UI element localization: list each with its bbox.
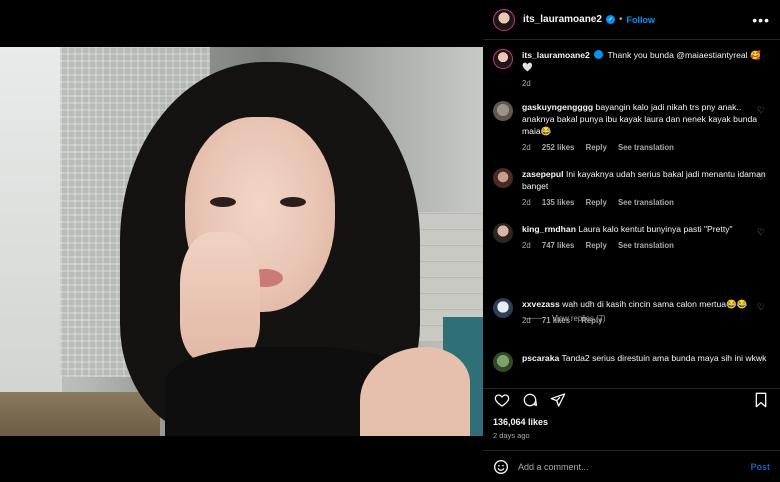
comment-item: king_rmdhan Laura kalo kentut bunyinya p…	[493, 223, 770, 252]
comments-list[interactable]: its_lauramoane2 Thank you bunda @maiaest…	[483, 41, 780, 382]
comment-time: 2d	[522, 316, 531, 325]
caption-avatar[interactable]	[493, 49, 513, 69]
comment-time: 2d	[522, 241, 531, 250]
like-comment-heart-icon[interactable]: ♡	[757, 356, 765, 367]
like-comment-heart-icon[interactable]: ♡	[757, 172, 765, 183]
add-comment-input[interactable]: Add a comment...	[518, 462, 589, 472]
commenter-username[interactable]: gaskuyngengggg	[522, 102, 593, 112]
subject-hand	[180, 232, 260, 362]
comment-likes[interactable]: 252 likes	[542, 143, 575, 152]
post-actions-bar	[483, 388, 780, 410]
comment-item: gaskuyngengggg bayangin kalo jadi nikah …	[493, 101, 770, 154]
add-comment-bar: Add a comment... Post	[483, 450, 780, 482]
reply-button[interactable]: Reply	[581, 316, 602, 325]
commenter-avatar[interactable]	[493, 298, 513, 318]
comment-text: wah udh di kasih cincin sama calon mertu…	[562, 299, 748, 309]
separator-dot: •	[618, 14, 623, 25]
see-translation-button[interactable]: See translation	[618, 241, 674, 250]
follow-button[interactable]: Follow	[626, 15, 655, 25]
subject-eye-left	[210, 197, 236, 207]
commenter-avatar[interactable]	[493, 223, 513, 243]
window-background	[0, 47, 62, 436]
commenter-username[interactable]: zasepepul	[522, 169, 564, 179]
verified-badge-icon: ✓	[605, 15, 615, 24]
caption: its_lauramoane2 Thank you bunda @maiaest…	[493, 49, 770, 90]
reply-button[interactable]: Reply	[586, 241, 607, 250]
comment-text: Laura kalo kentut bunyinya pasti "Pretty…	[578, 224, 733, 234]
more-options-icon[interactable]: •••	[752, 12, 770, 28]
verified-icon	[594, 50, 604, 59]
see-translation-button[interactable]: See translation	[618, 143, 674, 152]
reply-button[interactable]: Reply	[586, 143, 607, 152]
comment-likes[interactable]: 135 likes	[542, 198, 575, 207]
comment-item-xxvezass: xxvezass wah udh di kasih cincin sama ca…	[493, 298, 770, 327]
like-comment-heart-icon[interactable]: ♡	[757, 302, 765, 313]
post-header: its_lauramoane2 ✓ • Follow •••	[483, 0, 780, 40]
comment-likes[interactable]: 71 likes	[542, 316, 570, 325]
like-heart-icon[interactable]	[493, 391, 511, 409]
author-username[interactable]: its_lauramoane2	[523, 14, 602, 25]
emoji-smiley-icon[interactable]	[493, 459, 509, 475]
save-bookmark-icon[interactable]	[752, 391, 770, 409]
share-paper-plane-icon[interactable]	[549, 391, 567, 409]
post-comment-button[interactable]: Post	[750, 462, 770, 472]
like-comment-heart-icon[interactable]: ♡	[757, 105, 765, 116]
comment-time: 2d	[522, 143, 531, 152]
wooden-shelf	[0, 392, 160, 436]
commenter-avatar[interactable]	[493, 101, 513, 121]
caption-username[interactable]: its_lauramoane2	[522, 50, 590, 60]
commenter-username[interactable]: xxvezass	[522, 299, 560, 309]
comment-time: 2d	[522, 198, 531, 207]
comment-item: pscaraka Tanda2 serius direstuin ama bun…	[493, 352, 770, 372]
author-avatar[interactable]	[493, 8, 515, 31]
commenter-avatar[interactable]	[493, 168, 513, 188]
comment-bubble-icon[interactable]	[521, 391, 539, 409]
post-image[interactable]	[0, 47, 483, 436]
commenter-username[interactable]: king_rmdhan	[522, 224, 576, 234]
see-translation-button[interactable]: See translation	[618, 198, 674, 207]
reply-button[interactable]: Reply	[586, 198, 607, 207]
comment-item: zasepepul Ini kayaknya udah serius bakal…	[493, 168, 770, 209]
post-side-panel: its_lauramoane2 ✓ • Follow ••• its_laura…	[483, 0, 780, 482]
comment-likes[interactable]: 747 likes	[542, 241, 575, 250]
commenter-avatar[interactable]	[493, 352, 513, 372]
caption-time: 2d	[522, 79, 531, 88]
subject-eye-right	[280, 197, 306, 207]
post-time: 2 days ago	[493, 431, 530, 440]
comment-text: Tanda2 serius direstuin ama bunda maya s…	[561, 353, 767, 363]
commenter-username[interactable]: pscaraka	[522, 353, 559, 363]
like-comment-heart-icon[interactable]: ♡	[757, 227, 765, 238]
likes-count[interactable]: 136,064 likes	[493, 417, 548, 427]
